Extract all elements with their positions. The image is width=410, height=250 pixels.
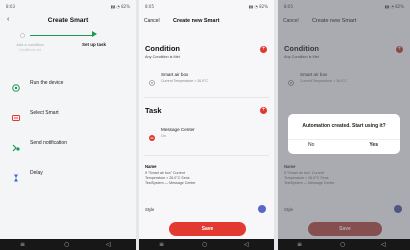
nav-home-icon[interactable]: ○ [202,241,207,248]
task-option-run-device[interactable]: Run the device [12,77,64,92]
status-time: 8:05 [145,4,154,9]
status-icons: ▮▮ ◔ 82% [248,4,268,9]
status-icons: ▮▮ ◔ 82% [110,4,130,9]
name-label: Name [145,164,157,169]
nav-back-icon[interactable]: ◁ [244,241,249,248]
task-item-status: On [161,134,166,138]
condition-title: Condition [145,44,180,53]
condition-device-icon [149,73,155,86]
step-1-label: Add a condition [16,42,44,47]
step-1-sub: Condition is set [19,48,41,52]
step-1-indicator [20,33,25,38]
add-condition-button[interactable]: + [260,46,267,53]
dialog-no-button[interactable]: No [308,142,314,148]
task-option-send-notification[interactable]: Send notification [12,137,67,152]
step-progress-line [30,35,94,36]
condition-item-detail: Current Temperature > 26.0°C [161,79,208,83]
nav-menu-icon[interactable]: ≡ [297,241,302,248]
smart-icon [12,109,20,121]
create-smart-screen: 8:03 ▮▮ ◔ 82% ‹ Create Smart Add a condi… [0,0,136,250]
dialog-yes-button[interactable]: Yes [369,142,378,148]
condition-subtitle[interactable]: Any Condition is Met [145,55,180,59]
step-arrow-icon [92,31,97,37]
page-title: Create Smart [47,17,89,24]
task-option-select-smart[interactable]: Select Smart [12,107,59,121]
nav-back-icon[interactable]: ◁ [381,241,386,248]
task-title: Task [145,106,162,115]
device-icon [12,79,20,92]
task-option-delay[interactable]: Delay [12,167,43,182]
dialog-message: Automation created. Start using it? [302,123,386,129]
cancel-button[interactable]: Cancel [144,18,160,24]
progress-steps: Add a condition Condition is set Set up … [12,31,126,55]
nav-home-icon[interactable]: ○ [340,241,345,248]
status-bar: 8:03 ▮▮ ◔ 82% [6,4,130,10]
add-task-button[interactable]: + [260,107,267,114]
task-option-label: Delay [30,170,43,176]
page-title: Create new Smart [173,18,220,24]
automation-created-dialog: Automation created. Start using it? No Y… [288,114,400,154]
status-time: 8:03 [6,4,15,9]
style-color-swatch[interactable] [258,205,266,213]
create-new-smart-screen: 8:05 ▮▮ ◔ 82% Cancel Create new Smart Co… [139,0,274,250]
name-value-line[interactable]: If "Smart air box" Current [145,171,185,175]
system-nav-bar: ≡ ○ ◁ [278,239,410,250]
name-value-line[interactable]: TestSystem — Message Center [145,181,196,185]
task-option-label: Select Smart [30,110,59,116]
system-nav-bar: ≡ ○ ◁ [139,239,274,250]
nav-menu-icon[interactable]: ≡ [20,241,25,248]
dialog-divider [288,139,400,140]
section-divider [144,155,269,156]
section-divider [144,97,269,98]
save-button[interactable]: Save [169,222,246,236]
condition-item-title[interactable]: Smart air box [161,72,188,77]
style-label: Style [145,207,155,212]
automation-created-screen: 8:05 ▮▮ ◔ 82% Cancel Create new Smart Co… [278,0,410,250]
message-center-icon [149,128,155,141]
task-option-label: Run the device [30,80,64,86]
step-2-label: Set up task [82,42,107,47]
system-nav-bar: ≡ ○ ◁ [0,239,136,250]
nav-back-icon[interactable]: ◁ [106,241,111,248]
notification-icon [12,139,20,152]
hourglass-icon [12,169,20,182]
nav-home-icon[interactable]: ○ [64,241,69,248]
name-value-line[interactable]: Temperature > 26.0°C Sens [145,176,190,180]
nav-menu-icon[interactable]: ≡ [159,241,164,248]
task-option-label: Send notification [30,140,67,146]
task-item-title[interactable]: Message Center [161,127,195,132]
status-bar: 8:05 ▮▮ ◔ 82% [145,4,268,10]
